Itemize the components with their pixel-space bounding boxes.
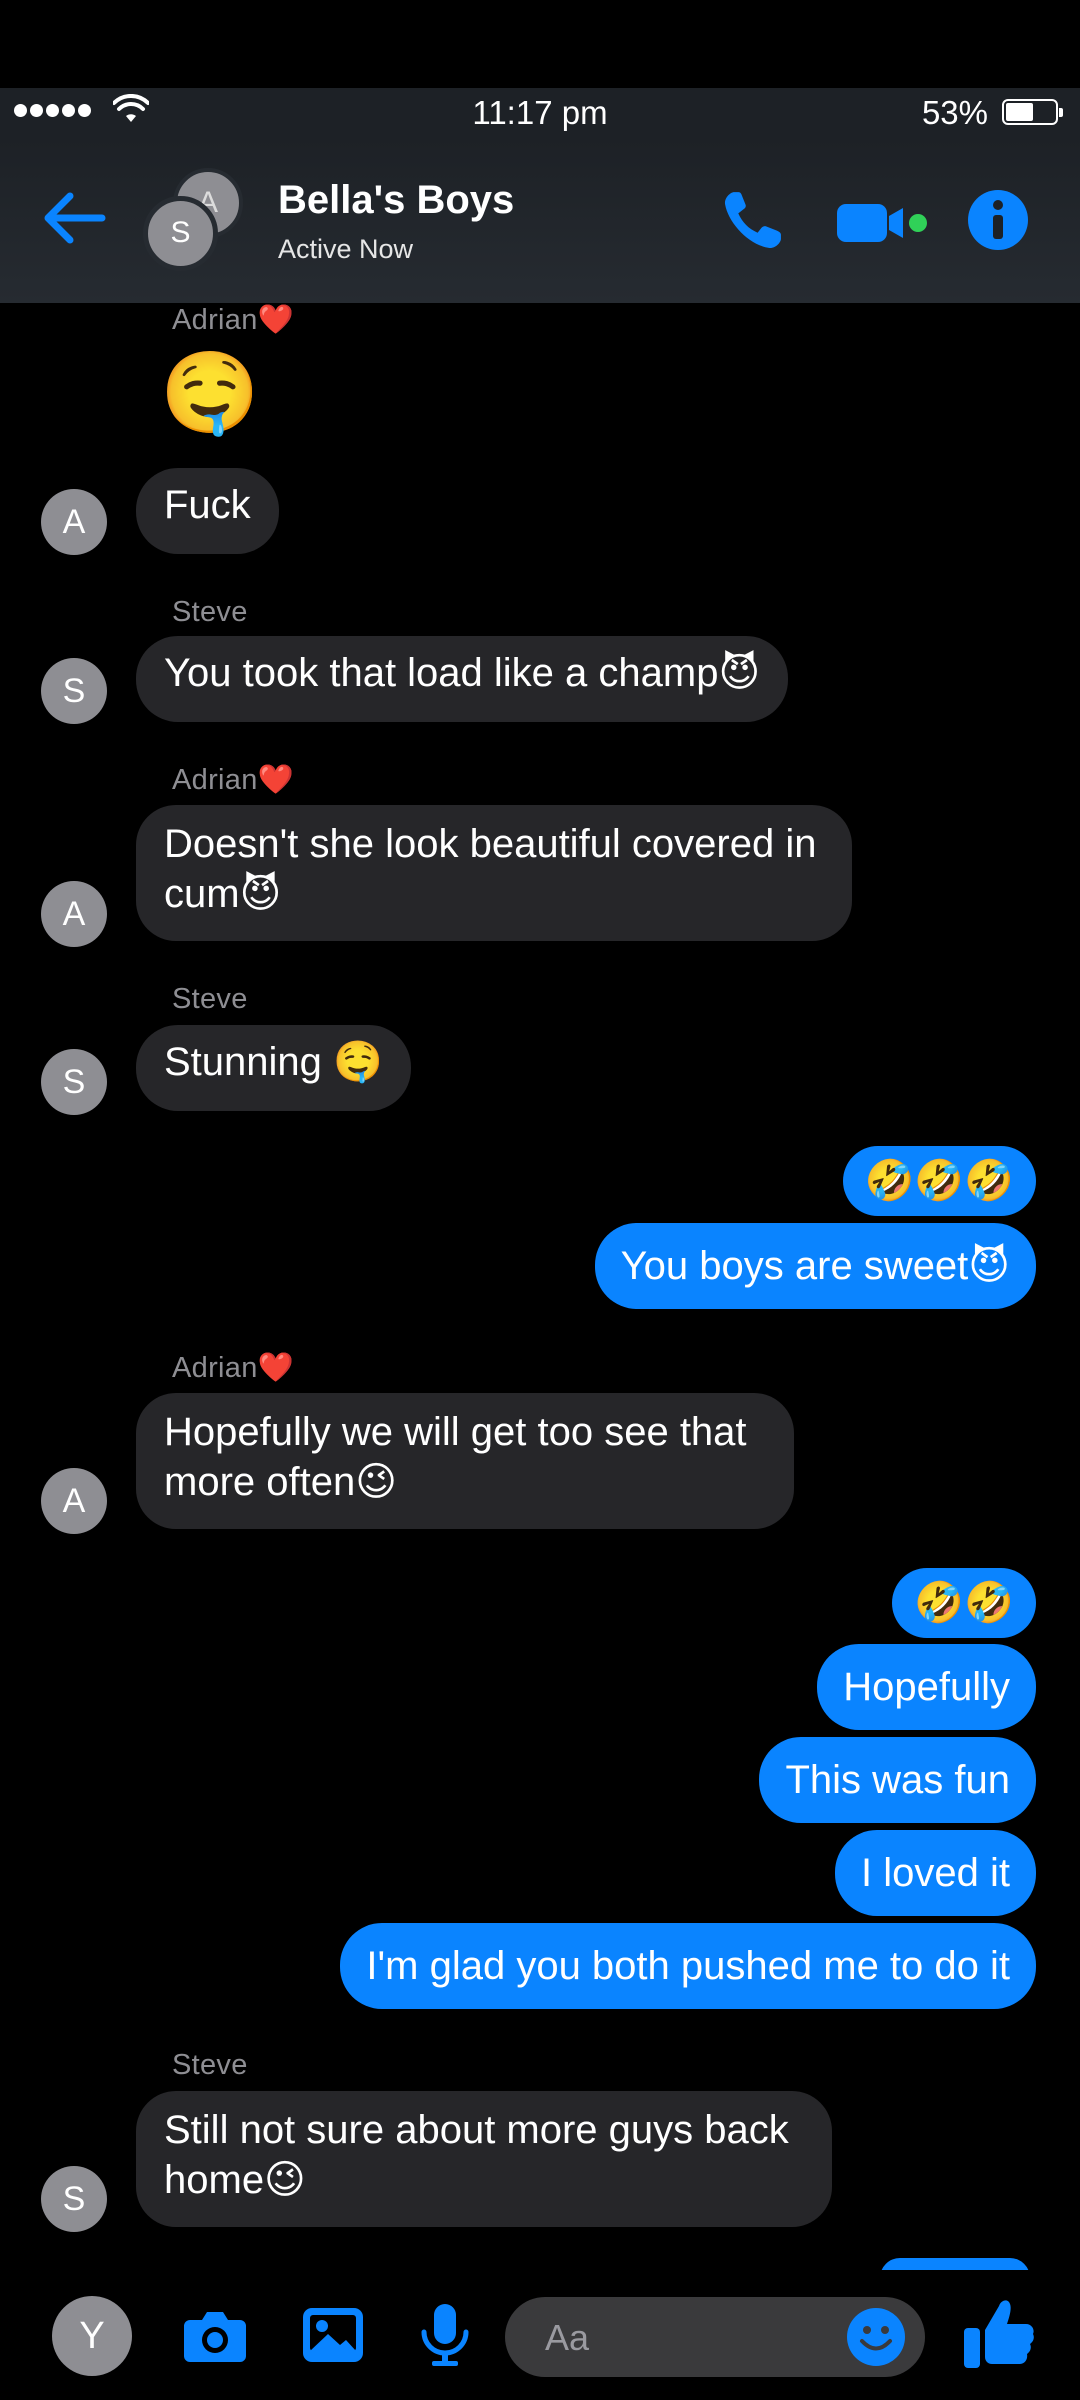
message-line: Still not sure about more guys back [164, 2108, 789, 2152]
outgoing-bubble[interactable]: 🤣🤣🤣 [842, 1146, 1036, 1216]
message-thread[interactable]: Adrian❤️ 🤤 Fuck A Steve You took that lo… [0, 303, 1080, 2270]
photo-icon[interactable] [298, 2300, 368, 2370]
avatar[interactable]: A [41, 881, 107, 947]
message-bubble[interactable]: Fuck [136, 468, 279, 554]
message-line: Hopefully we will get too see that [164, 1410, 747, 1454]
avatar[interactable]: A [41, 489, 107, 555]
sender-name: Adrian❤️ [172, 1352, 295, 1384]
sender-name: Steve [172, 2049, 248, 2081]
battery-percent: 53% [921, 94, 988, 131]
my-avatar[interactable]: Y [52, 2296, 132, 2376]
phone-icon[interactable] [720, 188, 785, 253]
outgoing-bubble[interactable]: Hopefully [817, 1644, 1036, 1730]
outgoing-bubble[interactable]: You boys are sweet😈 [594, 1223, 1036, 1309]
avatar[interactable]: S [41, 1049, 107, 1115]
sender-name: Adrian❤️ [172, 764, 295, 796]
outgoing-bubble[interactable]: I loved it [835, 1830, 1036, 1916]
status-time: 11:17 pm [472, 94, 608, 131]
outgoing-bubble[interactable]: 🤣🤣 [892, 1568, 1036, 1638]
message-bubble[interactable]: You took that load like a champ😈 [136, 636, 789, 722]
avatar-front: S [143, 196, 218, 271]
camera-icon[interactable] [180, 2300, 250, 2370]
message-emoji[interactable]: 🤤 [160, 348, 260, 438]
chat-title[interactable]: Bella's Boys [278, 178, 514, 223]
video-icon[interactable] [835, 198, 930, 248]
back-arrow-icon[interactable] [40, 188, 110, 248]
message-bubble[interactable]: Still not sure about more guys back home… [136, 2091, 832, 2227]
message-line: cum😈 [164, 872, 282, 916]
avatar[interactable]: S [41, 658, 107, 724]
emoji-icon[interactable] [845, 2306, 907, 2368]
info-icon[interactable] [966, 188, 1030, 252]
sender-name: Steve [172, 983, 248, 1015]
outgoing-bubble-partial[interactable] [880, 2258, 1030, 2270]
message-input[interactable] [543, 2297, 827, 2379]
message-bubble[interactable]: Doesn't she look beautiful covered in cu… [136, 805, 852, 941]
message-bubble[interactable]: Stunning 🤤 [136, 1025, 411, 1111]
battery-icon [1002, 99, 1063, 125]
message-bubble[interactable]: Hopefully we will get too see that more … [136, 1393, 794, 1529]
microphone-icon[interactable] [410, 2300, 480, 2370]
avatar[interactable]: S [41, 2166, 107, 2232]
group-avatar[interactable]: A S [143, 168, 253, 278]
composer-bar: Y [0, 2270, 1080, 2400]
sender-name: Steve [172, 596, 248, 628]
message-line: Doesn't she look beautiful covered in [164, 822, 817, 866]
sender-name: Adrian❤️ [172, 304, 295, 336]
chat-header: A S Bella's Boys Active Now [0, 138, 1080, 303]
active-status: Active Now [278, 234, 414, 264]
status-bar: 11:17 pm 53% [0, 88, 1080, 138]
message-line: home😉 [164, 2158, 306, 2202]
message-line: more often😉 [164, 1460, 397, 1504]
thumbs-up-icon[interactable] [962, 2294, 1036, 2372]
avatar[interactable]: A [41, 1468, 107, 1534]
top-black-bar [0, 0, 1080, 88]
outgoing-bubble[interactable]: I'm glad you both pushed me to do it [340, 1923, 1036, 2009]
message-input-container[interactable] [505, 2297, 925, 2379]
outgoing-bubble[interactable]: This was fun [759, 1737, 1036, 1823]
